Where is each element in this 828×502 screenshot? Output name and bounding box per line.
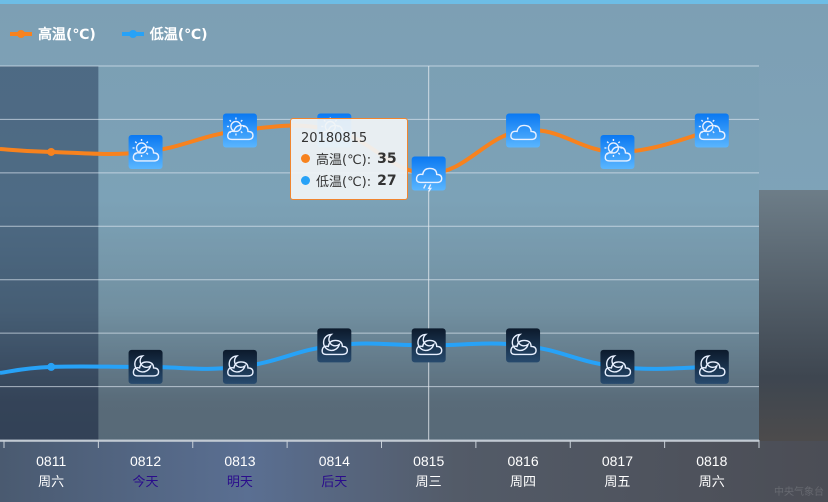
moon-cloud-icon <box>317 328 352 363</box>
moon-cloud-icon <box>128 349 163 384</box>
tooltip-high-value: 35 <box>377 150 397 167</box>
x-tick-label: 0813 <box>224 453 255 469</box>
x-tick-label: 0814 <box>319 453 350 469</box>
x-weekday-label: 周三 <box>416 475 442 490</box>
x-weekday-label: 周四 <box>510 475 536 490</box>
sun-cloud-icon <box>694 113 729 148</box>
x-weekday-label: 周五 <box>604 475 630 490</box>
tooltip-low-value: 27 <box>377 172 397 189</box>
tooltip-title: 20180815 <box>301 131 368 146</box>
data-point <box>47 147 56 156</box>
x-weekday-label: 明天 <box>227 475 253 490</box>
tooltip-low-label: 低温(℃): <box>316 175 372 190</box>
moon-cloud-icon <box>411 328 446 363</box>
sun-cloud-icon <box>222 113 257 148</box>
x-tick-label: 0816 <box>507 453 538 469</box>
x-tick-label: 0812 <box>130 453 161 469</box>
moon-cloud-icon <box>600 349 635 384</box>
moon-cloud-icon <box>694 349 729 384</box>
tooltip-high-label: 高温(℃): <box>316 153 372 168</box>
temperature-chart: 0811 周六 0812 今天 0813 明天 0814 后天 0815 周三 0816 周四 0817… <box>0 65 760 490</box>
icon-background <box>411 156 446 191</box>
x-tick-label: 0815 <box>413 453 444 469</box>
x-weekday-label: 后天 <box>321 475 347 490</box>
thunder-rain-icon <box>411 156 446 192</box>
watermark: 中央气象台 <box>774 487 824 498</box>
x-weekday-label: 今天 <box>133 474 159 490</box>
sun-cloud-icon <box>128 134 163 169</box>
icon-background <box>506 113 541 148</box>
x-weekday-label: 周六 <box>699 475 725 490</box>
tooltip: 20180815 高温(℃): 35 低温(℃): 27 <box>290 118 408 200</box>
x-tick-label: 0811 <box>36 453 66 469</box>
high-dot-icon <box>301 154 310 163</box>
low-dot-icon <box>301 176 310 185</box>
sun-ray <box>240 119 243 123</box>
moon-cloud-icon <box>506 328 541 363</box>
sun-ray <box>240 130 243 134</box>
sun-cloud-icon <box>600 134 635 169</box>
cloud-icon <box>506 113 541 148</box>
past-day-shade <box>0 66 99 440</box>
moon-cloud-icon <box>222 349 257 384</box>
x-tick-label: 0818 <box>696 453 727 469</box>
x-weekday-label: 周六 <box>38 475 64 490</box>
x-tick-label: 0817 <box>602 453 633 469</box>
tooltip-row-high: 高温(℃): 35 <box>301 149 407 168</box>
data-point <box>47 362 56 371</box>
tooltip-row-low: 低温(℃): 27 <box>301 171 407 190</box>
